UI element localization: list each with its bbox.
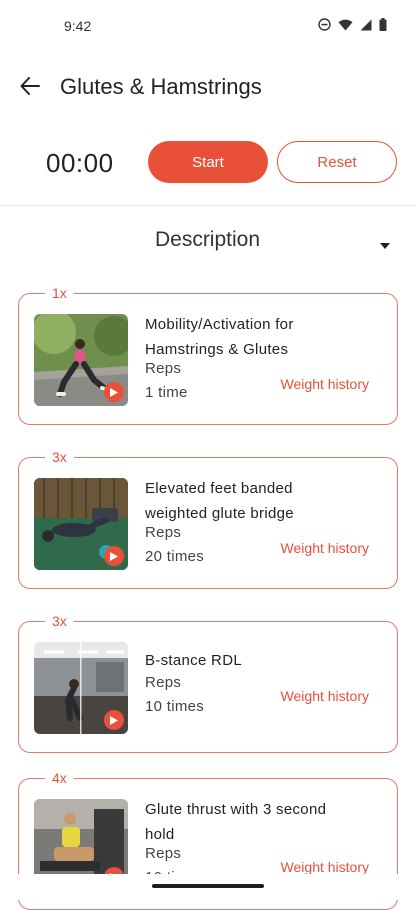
weight-history-link[interactable]: Weight history [281, 540, 369, 556]
set-count: 1x [45, 283, 74, 303]
reps-label: Reps [145, 360, 182, 377]
start-button[interactable]: Start [148, 141, 268, 183]
weight-history-link[interactable]: Weight history [281, 859, 369, 875]
exercise-thumbnail[interactable] [34, 314, 128, 406]
timer-row: 00:00 Start Reset [0, 140, 415, 186]
set-count: 3x [45, 447, 74, 467]
exercise-name: Mobility/Activation for Hamstrings & Glu… [145, 316, 294, 358]
caret-down-icon [380, 236, 390, 254]
exercise-name: Glute thrust with 3 second hold [145, 801, 327, 843]
exercise-card[interactable]: 3x Elevated feet banded weighted glute b… [18, 447, 398, 589]
exercise-card[interactable]: 3x B-stance RDL Reps 10 times Weight his… [18, 611, 398, 753]
set-count: 4x [45, 768, 74, 788]
set-count: 3x [45, 611, 74, 631]
description-dropdown[interactable]: Description [0, 222, 415, 262]
weight-history-link[interactable]: Weight history [281, 376, 369, 392]
reset-button[interactable]: Reset [277, 141, 397, 183]
page-title: Glutes & Hamstrings [60, 74, 262, 99]
app-bar: Glutes & Hamstrings [0, 62, 415, 114]
exercise-card[interactable]: 1x Mobility/Activation for Hamstrings & … [18, 283, 398, 425]
play-icon [104, 710, 124, 730]
description-label: Description [154, 228, 261, 251]
reps-label: Reps [145, 524, 182, 541]
home-indicator[interactable] [152, 884, 264, 888]
status-bar: 9:42 [0, 0, 415, 52]
status-icons [318, 18, 387, 31]
divider [0, 205, 415, 206]
exercise-name: Elevated feet banded weighted glute brid… [145, 480, 294, 522]
reps-label: Reps [145, 674, 182, 691]
cell-signal-icon [360, 19, 372, 31]
weight-history-link[interactable]: Weight history [281, 688, 369, 704]
exercise-name: B-stance RDL [145, 652, 242, 669]
reps-label: Reps [145, 845, 182, 862]
reps-value: 20 times [145, 548, 205, 565]
timer-display: 00:00 [46, 148, 114, 178]
wifi-icon [338, 19, 353, 31]
exercise-thumbnail[interactable] [34, 478, 128, 570]
reps-value: 1 time [145, 384, 188, 401]
play-icon [104, 546, 124, 566]
back-button[interactable] [16, 74, 44, 102]
play-icon [104, 382, 124, 402]
status-time: 9:42 [64, 18, 92, 34]
exercise-thumbnail[interactable] [34, 642, 128, 734]
battery-icon [379, 18, 387, 31]
reps-value: 10 times [145, 698, 205, 715]
do-not-disturb-icon [318, 18, 331, 31]
arrow-left-icon [20, 76, 40, 100]
